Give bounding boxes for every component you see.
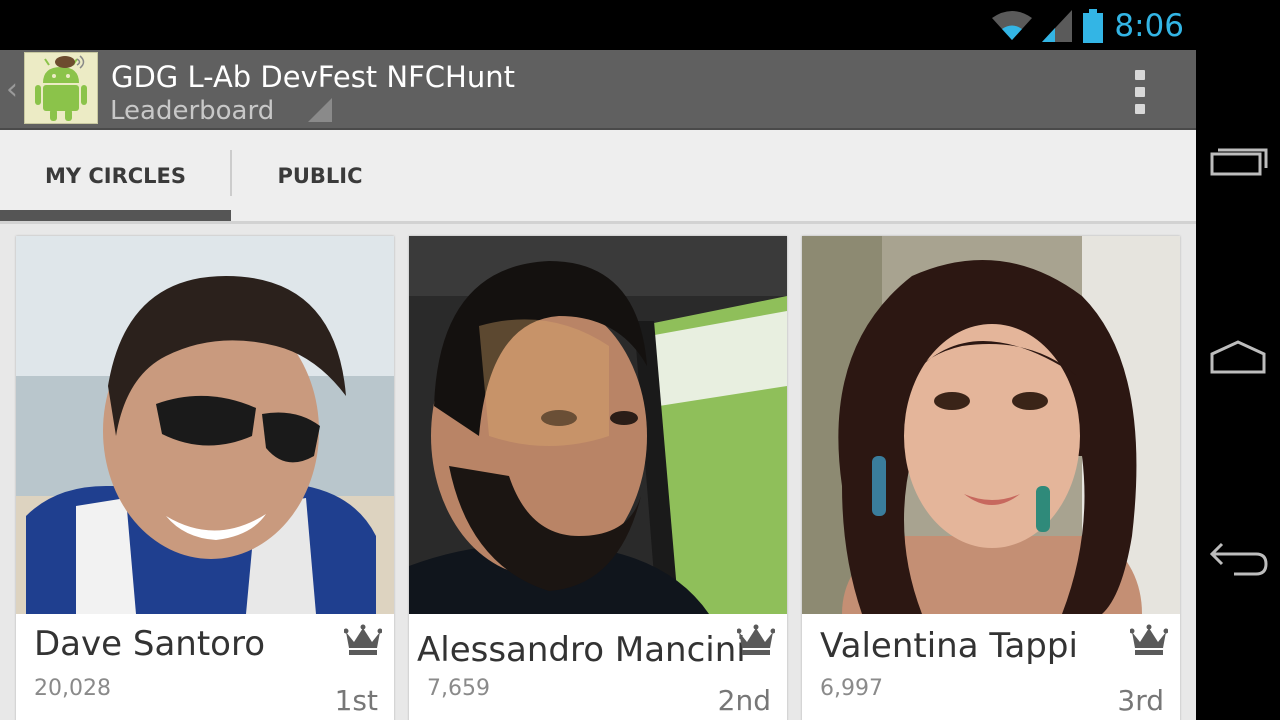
crown-icon bbox=[344, 624, 382, 655]
crown-icon bbox=[737, 624, 775, 655]
spinner-triangle-icon bbox=[308, 98, 332, 122]
app-title: GDG L-Ab DevFest NFCHunt bbox=[111, 60, 515, 94]
system-nav-bar bbox=[1196, 0, 1280, 720]
player-name: Valentina Tappi bbox=[820, 626, 1078, 666]
leaderboard-card[interactable]: Valentina Tappi 6,997 3rd bbox=[802, 236, 1180, 720]
title-spinner[interactable]: GDG L-Ab DevFest NFCHunt Leaderboard bbox=[104, 50, 524, 128]
app-screen: 8:06 ‹ GDG L-Ab DevFest NFCHunt Leaderbo… bbox=[0, 0, 1196, 720]
tab-bar: MY CIRCLES PUBLIC bbox=[0, 130, 1196, 224]
player-name: Dave Santoro bbox=[34, 624, 265, 664]
player-points: 20,028 bbox=[34, 676, 111, 701]
user-photo bbox=[409, 236, 787, 614]
up-navigation[interactable]: ‹ bbox=[0, 50, 100, 128]
home-icon[interactable] bbox=[1208, 336, 1270, 376]
clock: 8:06 bbox=[1114, 8, 1184, 44]
status-icons: 8:06 bbox=[992, 6, 1184, 46]
player-rank: 2nd bbox=[717, 684, 771, 717]
recent-apps-icon[interactable] bbox=[1208, 140, 1270, 180]
wifi-icon bbox=[992, 11, 1033, 40]
overflow-dot bbox=[1135, 70, 1145, 80]
tab-label: PUBLIC bbox=[277, 163, 363, 188]
overflow-menu-icon[interactable] bbox=[1130, 70, 1150, 114]
action-bar: ‹ GDG L-Ab DevFest NFCHunt Leaderboard bbox=[0, 50, 1196, 130]
crown-icon bbox=[1130, 624, 1168, 655]
battery-icon bbox=[1083, 9, 1104, 43]
leaderboard-card[interactable]: Dave Santoro 20,028 1st bbox=[16, 236, 394, 720]
back-icon[interactable] bbox=[1208, 538, 1270, 578]
selected-tab-indicator bbox=[0, 210, 231, 221]
tab-public[interactable]: PUBLIC bbox=[231, 130, 409, 221]
player-rank: 1st bbox=[334, 684, 378, 717]
up-caret-icon: ‹ bbox=[6, 72, 18, 107]
user-photo bbox=[16, 236, 394, 614]
android-app-icon bbox=[24, 52, 98, 124]
screen-subtitle: Leaderboard bbox=[110, 96, 275, 126]
overflow-dot bbox=[1135, 104, 1145, 114]
signal-icon bbox=[1042, 10, 1073, 42]
overflow-dot bbox=[1135, 87, 1145, 97]
player-rank: 3rd bbox=[1117, 684, 1164, 717]
tab-my-circles[interactable]: MY CIRCLES bbox=[0, 130, 231, 221]
player-name: Alessandro Mancini bbox=[417, 630, 746, 670]
leaderboard-card[interactable]: Alessandro Mancini 7,659 2nd bbox=[409, 236, 787, 720]
player-points: 7,659 bbox=[427, 676, 490, 701]
user-photo bbox=[802, 236, 1180, 614]
player-points: 6,997 bbox=[820, 676, 883, 701]
leaderboard-grid: Dave Santoro 20,028 1st Alessandro Manci… bbox=[0, 224, 1196, 720]
tab-label: MY CIRCLES bbox=[44, 163, 187, 188]
status-bar: 8:06 bbox=[0, 0, 1196, 50]
